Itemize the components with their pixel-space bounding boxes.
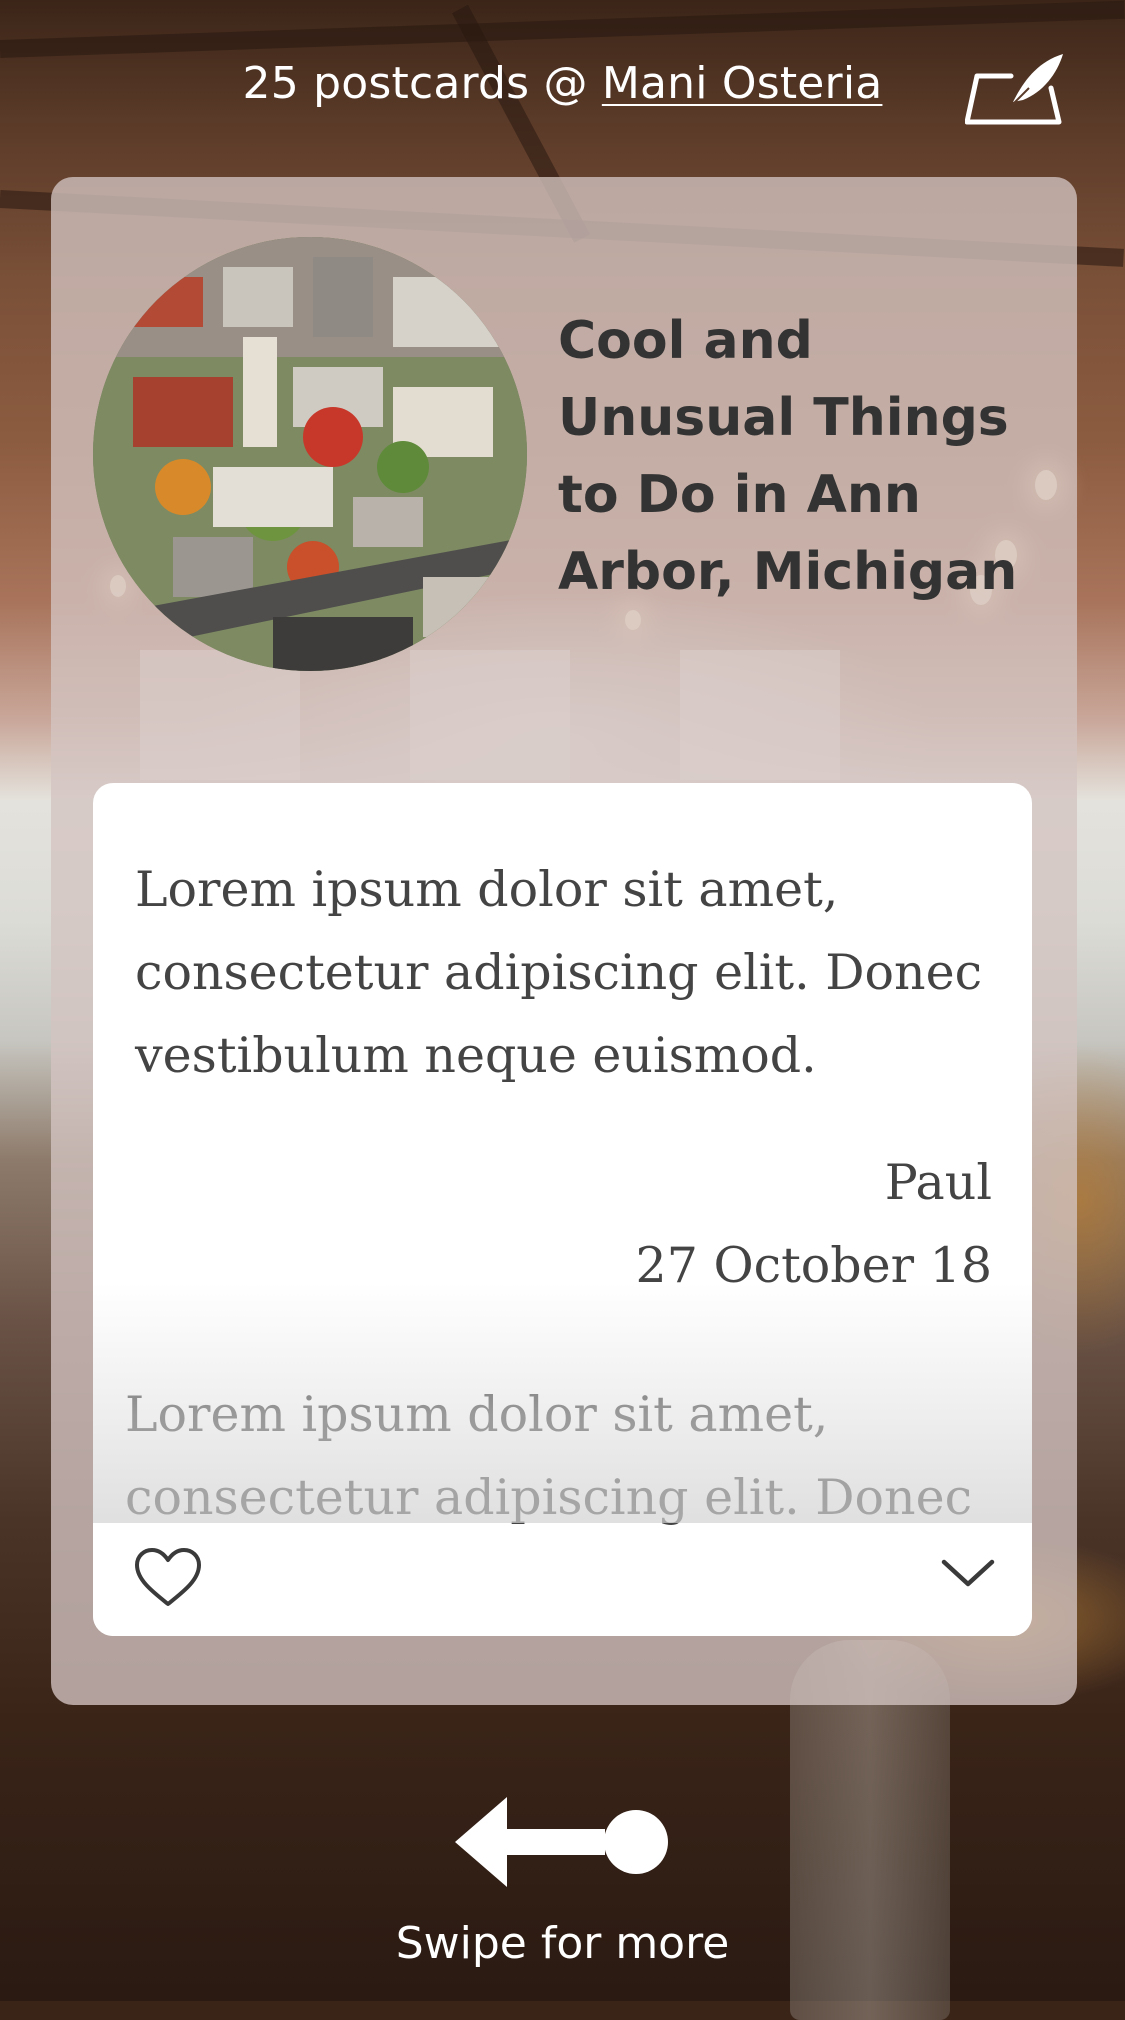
header-title: 25 postcards @ Mani Osteria: [0, 58, 1125, 109]
place-title: Cool and Unusual Things to Do in Ann Arb…: [558, 311, 1018, 602]
postcard-date: 27 October 18: [635, 1237, 992, 1294]
swipe-left-arrow-icon: [455, 1797, 668, 1887]
chevron-down-icon[interactable]: [940, 1556, 996, 1590]
aerial-city-photo: [93, 237, 527, 671]
venue-link[interactable]: Mani Osteria: [602, 58, 883, 109]
postcard-message: Lorem ipsum dolor sit amet, consectetur …: [135, 861, 983, 1084]
aerial-city-illustration: [93, 237, 527, 671]
postcard-footer: [93, 1526, 1032, 1636]
heart-icon[interactable]: [133, 1546, 203, 1610]
postcard: Lorem ipsum dolor sit amet, consectetur …: [93, 783, 1032, 1636]
postcard-count-text: 25 postcards @: [242, 58, 602, 109]
write-postcard-icon[interactable]: [965, 52, 1065, 128]
swipe-hint-label: Swipe for more: [395, 1918, 730, 1969]
bg-ceiling-beam: [0, 0, 1125, 58]
next-postcard-preview: Lorem ipsum dolor sit amet, consectetur …: [125, 1386, 973, 1526]
postcard-author: Paul: [884, 1154, 992, 1211]
